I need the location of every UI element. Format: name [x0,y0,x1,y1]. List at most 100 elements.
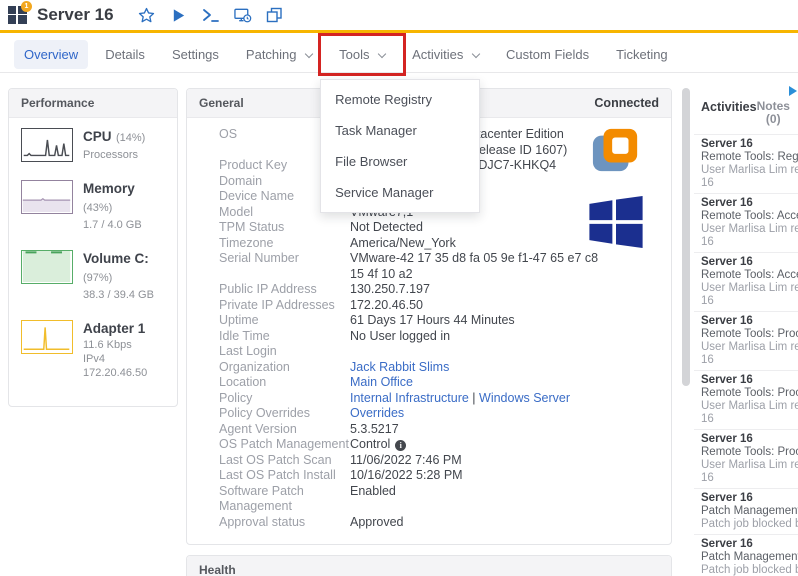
scrollbar-thumb[interactable] [682,88,690,386]
tab-tools[interactable]: Tools Remote RegistryTask ManagerFile Br… [329,40,395,69]
activity-item[interactable]: Server 16 Patch Management: Co Patch job… [694,534,798,576]
metric-sub: 11.6 Kbps [83,339,147,352]
link-overrides[interactable]: Overrides [350,406,404,420]
page-title: Server 16 [37,5,114,25]
menu-item-service-manager[interactable]: Service Manager [321,177,479,208]
field-value: 10/16/2022 5:28 PM [350,468,657,484]
activity-item[interactable]: Server 16 Remote Tools: Process User Mar… [694,370,798,429]
activity-item[interactable]: Server 16 Remote Tools: Access User Marl… [694,252,798,311]
tab-activities[interactable]: Activities [701,100,757,114]
mini-chart-icon [21,180,73,214]
activity-action: Remote Tools: Process [701,387,798,400]
performance-item-volume-c-[interactable]: Volume C: (97%) 38.3 / 39.4 GB [21,250,167,302]
app-header: 1 Server 16 [0,0,798,33]
general-row: Organization Jack Rabbit Slims [187,360,671,376]
tab-notes[interactable]: Notes (0) [757,100,798,126]
field-value: Internal Infrastructure | Windows Server [350,391,657,407]
tab-label: Overview [24,47,78,62]
metric-sub: 1.7 / 4.0 GB [83,219,167,232]
field-label: Approval status [219,515,350,531]
field-label: Serial Number [219,251,350,282]
field-label: Policy Overrides [219,406,350,422]
play-icon[interactable] [170,6,188,24]
activity-item[interactable]: Server 16 Patch Management: Co Patch job… [694,488,798,534]
activity-action: Remote Tools: Access [701,269,798,282]
value-text: YDJC7-KHKQ4 [470,158,556,172]
metric-sub: Processors [83,149,145,162]
value-text: 15 4f 10 a2 [350,267,413,281]
tab-label: Patching [246,47,297,62]
activity-device: Server 16 [701,492,798,505]
field-value: Approved [350,515,657,531]
star-icon[interactable] [138,6,156,24]
performance-item-cpu[interactable]: CPU (14%) Processors [21,128,167,162]
tools-dropdown-menu: Remote RegistryTask ManagerFile BrowserS… [320,79,480,213]
mini-chart-icon [21,128,73,162]
tab-custom-fields[interactable]: Custom Fields [496,40,599,69]
activity-action: Remote Tools: Process [701,446,798,459]
field-value: Overrides [350,406,657,422]
activity-detail-wrap: 16 [701,354,798,367]
field-label: Agent Version [219,422,350,438]
multi-window-icon[interactable] [266,6,284,24]
link-internal-infrastructure[interactable]: Internal Infrastructure [350,391,469,405]
tab-settings[interactable]: Settings [162,40,229,69]
menu-item-file-browser[interactable]: File Browser [321,146,479,177]
info-icon[interactable]: i [395,440,406,451]
link-main-office[interactable]: Main Office [350,375,413,389]
activities-header: Activities Notes (0) [694,84,798,134]
value-text: Control [350,437,390,451]
activity-device: Server 16 [701,538,798,551]
tab-details[interactable]: Details [95,40,155,69]
field-label: Policy [219,391,350,407]
tab-overview[interactable]: Overview [14,40,88,69]
activity-detail: User Marlisa Lim reque [701,164,798,177]
tab-activities[interactable]: Activities [402,40,489,69]
link-windows-server[interactable]: Windows Server [479,391,570,405]
general-row: Policy Overrides Overrides [187,406,671,422]
value-text: 172.20.46.50 [350,298,423,312]
field-label: Software Patch Management [219,484,350,515]
field-value: VMware-42 17 35 d8 fa 05 9e f1-47 65 e7 … [350,251,657,282]
activity-device: Server 16 [701,374,798,387]
activity-detail: User Marlisa Lim reque [701,400,798,413]
link-jack-rabbit-slims[interactable]: Jack Rabbit Slims [350,360,449,374]
general-row: Software Patch Management Enabled [187,484,671,515]
field-label: Organization [219,360,350,376]
general-row: Location Main Office [187,375,671,391]
activity-item[interactable]: Server 16 Remote Tools: Process User Mar… [694,311,798,370]
activities-list: Server 16 Remote Tools: Registry User Ma… [694,134,798,576]
activity-detail: User Marlisa Lim reque [701,282,798,295]
activity-device: Server 16 [701,197,798,210]
tab-patching[interactable]: Patching [236,40,322,69]
metric-name: Memory [83,181,135,196]
performance-item-memory[interactable]: Memory (43%) 1.7 / 4.0 GB [21,180,167,232]
field-value: 130.250.7.197 [350,282,657,298]
general-row: Serial Number VMware-42 17 35 d8 fa 05 9… [187,251,671,282]
corner-indicator-icon [789,86,797,96]
metric-percent: (14%) [116,132,145,144]
field-value: Enabled [350,484,657,515]
terminal-icon[interactable] [202,6,220,24]
device-windows-icon: 1 [8,6,27,25]
health-panel: Health [186,555,672,576]
activity-action: Patch Management: Co [701,505,798,518]
activity-item[interactable]: Server 16 Remote Tools: Process User Mar… [694,429,798,488]
performance-item-adapter-1[interactable]: Adapter 1 11.6 KbpsIPv4172.20.46.50 [21,320,167,380]
tab-label: Tools [339,47,369,62]
activity-device: Server 16 [701,256,798,269]
health-panel-header: Health [187,556,671,576]
activity-detail: Patch job blocked by M [701,518,798,531]
value-text: Enabled [350,484,396,498]
tab-ticketing[interactable]: Ticketing [606,40,678,69]
remote-desktop-icon[interactable] [234,6,252,24]
field-label: Last OS Patch Install [219,468,350,484]
activity-item[interactable]: Server 16 Remote Tools: Access User Marl… [694,193,798,252]
menu-item-remote-registry[interactable]: Remote Registry [321,84,479,115]
menu-item-task-manager[interactable]: Task Manager [321,115,479,146]
general-row: Last Login [187,344,671,360]
field-value: Control i [350,437,657,453]
activity-item[interactable]: Server 16 Remote Tools: Registry User Ma… [694,134,798,193]
activity-detail-wrap: 16 [701,472,798,485]
tab-label: Details [105,47,145,62]
